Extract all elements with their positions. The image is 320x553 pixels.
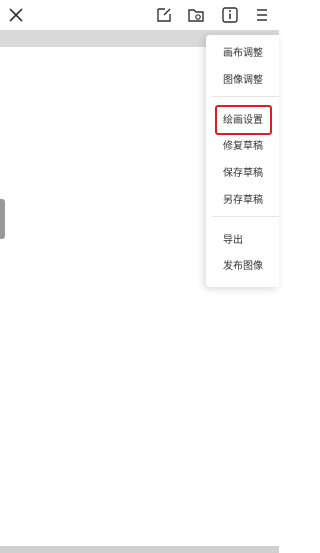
menu-item-image-adjust[interactable]: 图像调整: [206, 69, 279, 93]
info-icon[interactable]: [220, 5, 240, 25]
menu-item-export[interactable]: 导出: [206, 229, 279, 253]
menu-divider: [212, 216, 279, 217]
side-drag-handle[interactable]: [0, 199, 5, 239]
menu-item-canvas-adjust[interactable]: 画布调整: [206, 42, 279, 66]
close-icon[interactable]: [6, 5, 26, 25]
menu-item-save-draft-as[interactable]: 另存草稿: [206, 189, 279, 213]
dropdown-menu: 画布调整 图像调整 绘画设置 修复草稿 保存草稿 另存草稿 导出 发布图像: [206, 35, 279, 287]
highlight-box: [215, 105, 272, 135]
top-toolbar: [0, 0, 279, 30]
bottom-bar: [0, 546, 279, 553]
edit-icon[interactable]: [154, 5, 174, 25]
menu-item-save-draft[interactable]: 保存草稿: [206, 162, 279, 186]
folder-icon[interactable]: [186, 5, 206, 25]
menu-item-publish-image[interactable]: 发布图像: [206, 255, 279, 279]
menu-item-repair-draft[interactable]: 修复草稿: [206, 135, 279, 159]
menu-divider: [212, 96, 279, 97]
more-menu-icon[interactable]: [252, 5, 272, 25]
